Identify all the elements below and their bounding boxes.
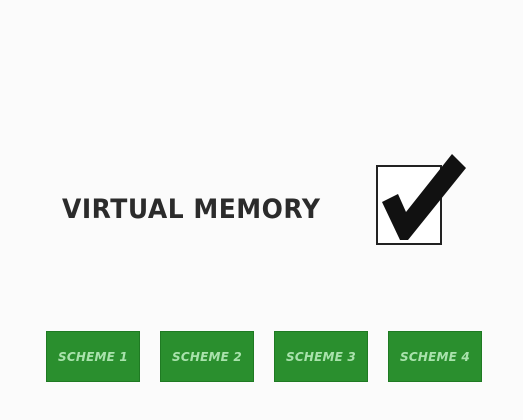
scheme-1-button[interactable]: SCHEME 1 <box>46 331 140 382</box>
virtual-memory-checkbox[interactable] <box>376 165 442 245</box>
scheme-3-button[interactable]: SCHEME 3 <box>274 331 368 382</box>
scheme-4-button[interactable]: SCHEME 4 <box>388 331 482 382</box>
scheme-2-button[interactable]: SCHEME 2 <box>160 331 254 382</box>
scheme-button-row: SCHEME 1 SCHEME 2 SCHEME 3 SCHEME 4 <box>0 331 523 383</box>
virtual-memory-label: VIRTUAL MEMORY <box>62 193 321 225</box>
